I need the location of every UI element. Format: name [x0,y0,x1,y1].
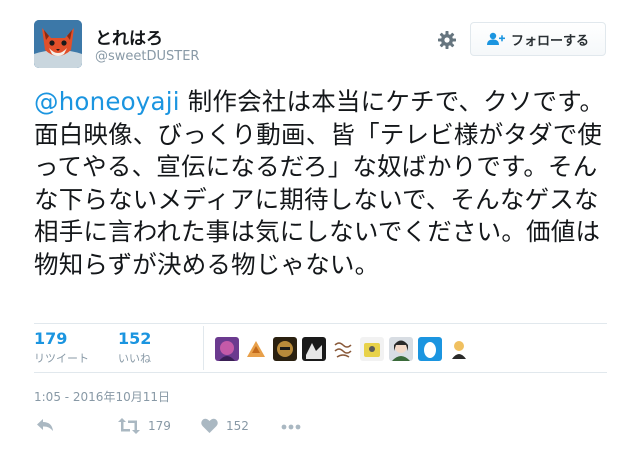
like-label: いいね [118,352,151,365]
retweet-label: リツイート [34,352,89,365]
liker-avatar[interactable] [273,337,297,361]
more-button[interactable] [281,424,301,430]
liker-avatar[interactable] [389,337,413,361]
follow-button[interactable]: フォローする [470,22,606,56]
divider [34,323,607,324]
display-name[interactable]: とれはろ [95,24,163,49]
gear-icon[interactable] [437,30,457,50]
liker-avatar[interactable] [360,337,384,361]
person-plus-icon [486,32,505,46]
liker-avatar[interactable] [331,337,355,361]
like-action-count: 152 [226,418,249,433]
follow-button-label: フォローする [510,33,589,49]
mention-link[interactable]: @honeoyaji [34,87,180,116]
liker-avatars [215,337,471,361]
retweet-count: 179 [34,329,68,348]
reply-button[interactable] [36,418,54,432]
avatar[interactable] [34,20,82,68]
like-stat[interactable]: 152 いいね [118,330,151,366]
retweet-icon [118,418,140,434]
liker-avatar[interactable] [302,337,326,361]
liker-avatar[interactable] [215,337,239,361]
like-count: 152 [118,329,152,348]
retweet-action-count: 179 [148,419,171,433]
more-icon [281,424,301,430]
retweet-button[interactable]: 179 [118,418,171,434]
retweet-stat[interactable]: 179 リツイート [34,330,89,366]
tweet-card: とれはろ @sweetDUSTER フォローする @honeoyaji 制作会社… [0,0,640,460]
like-button[interactable]: 152 [201,418,249,433]
tweet-text: @honeoyaji 制作会社は本当にケチで、クソです。面白映像、びっくり動画、… [34,86,614,282]
user-handle[interactable]: @sweetDUSTER [95,49,199,64]
reply-icon [36,418,54,432]
liker-avatar[interactable] [244,337,268,361]
liker-avatar[interactable] [447,337,471,361]
tweet-timestamp[interactable]: 1:05 - 2016年10月11日 [34,388,170,405]
divider [203,326,204,370]
liker-avatar[interactable] [418,337,442,361]
heart-icon [201,418,218,433]
divider [34,372,607,373]
